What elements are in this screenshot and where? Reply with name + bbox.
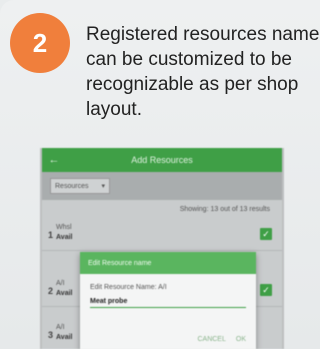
row-name: Whsl [56, 224, 72, 231]
resource-row[interactable]: 1 Whsl Avail ✓ [42, 218, 282, 251]
edit-resource-dialog: Edit Resource name Edit Resource Name: A… [80, 252, 256, 349]
resource-type-select[interactable]: Resources ▾ [50, 178, 110, 194]
row-number: 3 [48, 330, 54, 340]
row-checkbox[interactable]: ✓ [260, 284, 272, 296]
chevron-down-icon: ▾ [101, 183, 105, 190]
app-bar: ← Add Resources [42, 148, 282, 172]
row-status: Avail [56, 290, 73, 297]
step-card: 2 Registered resources name can be custo… [0, 0, 320, 349]
resource-name-input[interactable]: Meat probe [90, 298, 246, 308]
results-count: Showing: 13 out of 13 results [179, 206, 270, 213]
row-checkbox[interactable]: ✓ [260, 228, 272, 240]
dialog-actions: CANCEL OK [197, 336, 246, 343]
row-name: A/I [56, 280, 65, 287]
app-bar-title: Add Resources [131, 155, 193, 165]
arrow-left-icon[interactable]: ← [42, 154, 66, 166]
row-status: Avail [56, 334, 73, 341]
row-number: 1 [48, 230, 54, 240]
resource-type-select-label: Resources [55, 182, 89, 190]
dialog-title: Edit Resource name [80, 252, 256, 274]
ok-button[interactable]: OK [236, 336, 246, 343]
step-description: Registered resources name can be customi… [86, 24, 320, 120]
step-number-badge: 2 [10, 13, 70, 73]
filter-toolbar: Resources ▾ [42, 172, 282, 200]
row-number: 2 [48, 286, 54, 296]
step-number: 2 [32, 27, 48, 58]
dialog-field-label: Edit Resource Name: A/I [90, 284, 167, 291]
cancel-button[interactable]: CANCEL [197, 336, 225, 343]
phone-screenshot: ← Add Resources Resources ▾ Showing: 13 … [40, 148, 284, 349]
row-status: Avail [56, 234, 73, 241]
row-name: A/I [56, 324, 65, 331]
